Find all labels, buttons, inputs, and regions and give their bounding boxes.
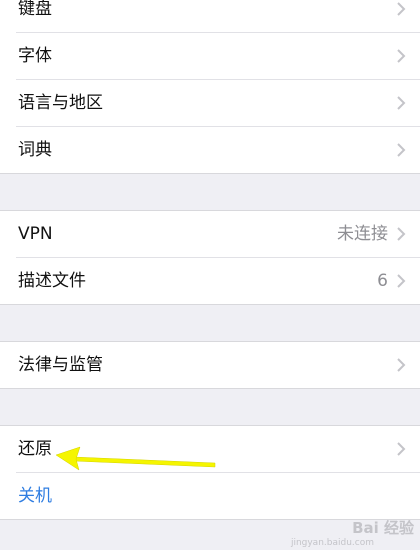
settings-group-legal: 法律与监管 [0,341,420,389]
settings-group-vpn: VPN 未连接 描述文件 6 [0,210,420,305]
chevron-right-icon [397,143,406,157]
row-keyboard[interactable]: 键盘 [0,0,420,33]
chevron-right-icon [397,358,406,372]
watermark-url: jingyan.baidu.com [290,538,374,548]
chevron-right-icon [397,274,406,288]
chevron-right-icon [397,442,406,456]
row-dictionary[interactable]: 词典 [0,127,420,174]
settings-group-reset: 还原 关机 [0,425,420,520]
row-shutdown[interactable]: 关机 [0,473,420,520]
row-vpn[interactable]: VPN 未连接 [0,211,420,258]
row-profiles[interactable]: 描述文件 6 [0,258,420,305]
row-language-region[interactable]: 语言与地区 [0,80,420,127]
shutdown-button[interactable]: 关机 [18,473,52,520]
row-reset[interactable]: 还原 [0,426,420,473]
vpn-status-value: 未连接 [337,224,388,244]
settings-group-general: 键盘 字体 语言与地区 词典 [0,0,420,174]
keyboard-label: 键盘 [18,0,52,19]
fonts-label: 字体 [18,46,52,66]
chevron-right-icon [397,227,406,241]
chevron-right-icon [397,2,406,16]
language-region-label: 语言与地区 [18,93,103,113]
profiles-count-value: 6 [377,271,388,291]
dictionary-label: 词典 [18,140,52,160]
vpn-label: VPN [18,224,53,244]
legal-label: 法律与监管 [18,355,103,375]
watermark-logo: Bai 经验 [352,519,414,537]
profiles-label: 描述文件 [18,271,86,291]
reset-label: 还原 [18,439,52,459]
chevron-right-icon [397,49,406,63]
row-legal[interactable]: 法律与监管 [0,342,420,389]
chevron-right-icon [397,96,406,110]
row-fonts[interactable]: 字体 [0,33,420,80]
